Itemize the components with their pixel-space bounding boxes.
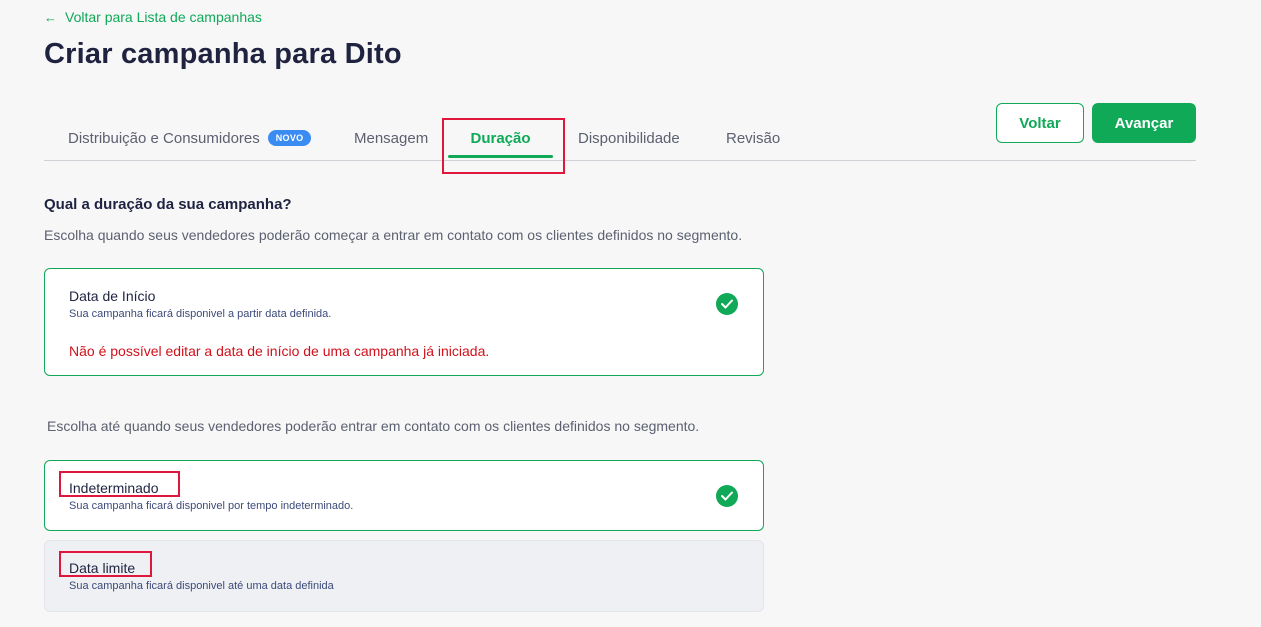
tab-label: Duração [470, 129, 531, 147]
end-prompt: Escolha até quando seus vendedores poder… [47, 418, 700, 434]
check-icon [716, 485, 738, 507]
tab-revisao[interactable]: Revisão [726, 118, 780, 158]
tab-distribuicao[interactable]: Distribuição e Consumidores NOVO [68, 118, 312, 158]
tab-label: Mensagem [354, 129, 429, 147]
tab-label: Distribuição e Consumidores [68, 129, 260, 147]
option-title: Indeterminado [69, 480, 159, 496]
arrow-left-icon: ← [44, 9, 57, 25]
option-data-limite[interactable]: Data limite Sua campanha ficará disponiv… [44, 540, 764, 612]
start-date-subtitle: Sua campanha ficará disponivel a partir … [69, 308, 332, 320]
page-title: Criar campanha para Dito [44, 38, 402, 70]
next-button[interactable]: Avançar [1092, 103, 1196, 143]
start-date-card[interactable]: Data de Início Sua campanha ficará dispo… [44, 268, 764, 376]
option-subtitle: Sua campanha ficará disponivel por tempo… [69, 500, 354, 512]
tab-label: Revisão [726, 129, 781, 147]
tab-duracao[interactable]: Duração [448, 118, 553, 158]
back-button[interactable]: Voltar [996, 103, 1084, 143]
back-link-label: Voltar para Lista de campanhas [65, 9, 262, 25]
start-date-title: Data de Início [69, 288, 156, 304]
start-prompt: Escolha quando seus vendedores poderão c… [44, 227, 743, 243]
check-icon [716, 293, 738, 315]
tab-label: Disponibilidade [578, 129, 680, 147]
option-subtitle: Sua campanha ficará disponivel até uma d… [69, 580, 334, 592]
tab-disponibilidade[interactable]: Disponibilidade [578, 118, 680, 158]
duration-heading: Qual a duração da sua campanha? [44, 196, 292, 213]
start-date-error: Não é possível editar a data de início d… [69, 343, 490, 359]
tab-mensagem[interactable]: Mensagem [354, 118, 428, 158]
new-badge: NOVO [267, 130, 312, 146]
option-title: Data limite [69, 560, 136, 576]
option-indeterminado[interactable]: Indeterminado Sua campanha ficará dispon… [44, 460, 764, 531]
back-to-campaigns-link[interactable]: ← Voltar para Lista de campanhas [44, 9, 262, 25]
